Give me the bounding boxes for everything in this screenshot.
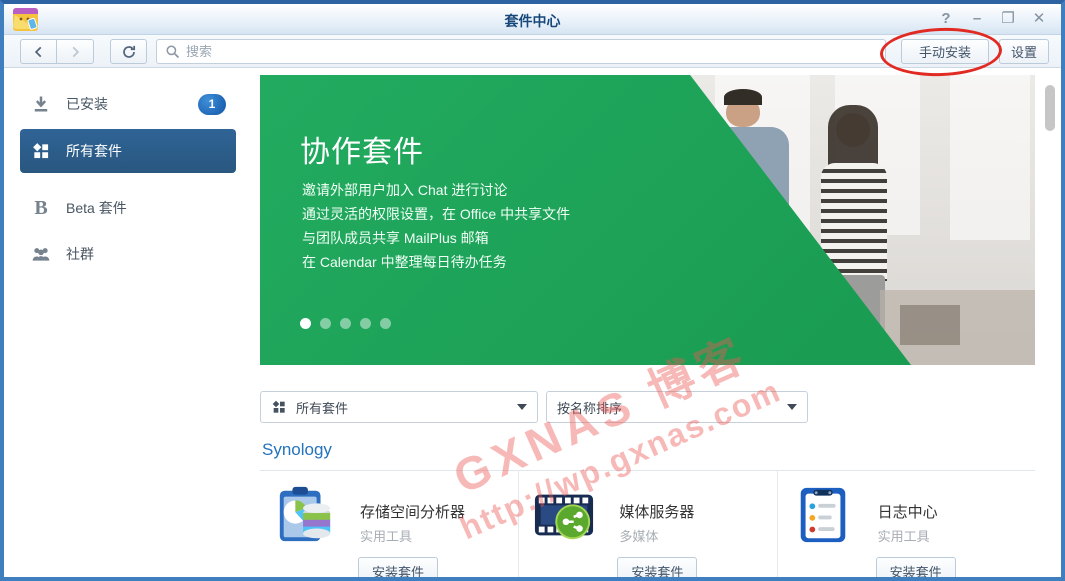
banner-line: 与团队成员共享 MailPlus 邮箱 bbox=[302, 226, 570, 250]
nav-button-group bbox=[20, 39, 94, 64]
package-card-media-server: 媒体服务器 多媒体 安装套件 bbox=[518, 471, 776, 577]
vertical-scrollbar-thumb[interactable] bbox=[1045, 85, 1055, 131]
title-bar: 套件中心 ? – ❐ ✕ bbox=[4, 4, 1061, 35]
sidebar-item-beta[interactable]: B Beta 套件 bbox=[20, 192, 236, 224]
back-button[interactable] bbox=[20, 39, 57, 64]
banner-dot-1[interactable] bbox=[300, 318, 311, 329]
section-heading-synology: Synology bbox=[262, 440, 332, 460]
grid-icon bbox=[30, 140, 52, 162]
settings-button[interactable]: 设置 bbox=[999, 39, 1049, 64]
content-area: 协作套件 邀请外部用户加入 Chat 进行讨论 通过灵活的权限设置，在 Offi… bbox=[248, 68, 1061, 577]
banner-line: 在 Calendar 中整理每日待办任务 bbox=[302, 250, 570, 274]
window-controls: ? – ❐ ✕ bbox=[938, 9, 1047, 29]
sidebar-item-label: 已安装 bbox=[66, 94, 108, 114]
download-icon bbox=[30, 93, 52, 115]
banner-line: 通过灵活的权限设置，在 Office 中共享文件 bbox=[302, 202, 570, 226]
media-server-icon bbox=[533, 483, 595, 545]
sidebar: 已安装 1 所有套件 B Beta 套件 bbox=[4, 68, 248, 577]
package-name: 日志中心 bbox=[878, 501, 938, 522]
sidebar-item-label: 社群 bbox=[66, 244, 94, 264]
help-icon[interactable]: ? bbox=[938, 9, 954, 29]
minimize-icon[interactable]: – bbox=[969, 9, 985, 29]
manual-install-button[interactable]: 手动安装 bbox=[901, 39, 989, 64]
sidebar-item-label: 所有套件 bbox=[66, 141, 122, 161]
toolbar: 手动安装 设置 bbox=[4, 35, 1061, 68]
forward-button[interactable] bbox=[57, 39, 94, 64]
refresh-button[interactable] bbox=[110, 39, 147, 64]
package-category: 多媒体 bbox=[619, 526, 658, 545]
grid-icon bbox=[271, 399, 287, 415]
sort-dropdown[interactable]: 按名称排序 bbox=[546, 391, 808, 423]
search-icon bbox=[165, 44, 180, 59]
install-button[interactable]: 安装套件 bbox=[876, 557, 956, 577]
sort-value: 按名称排序 bbox=[557, 398, 622, 417]
banner-line: 邀请外部用户加入 Chat 进行讨论 bbox=[302, 178, 570, 202]
banner-dot-2[interactable] bbox=[320, 318, 331, 329]
sidebar-item-all-packages[interactable]: 所有套件 bbox=[20, 129, 236, 173]
banner-title: 协作套件 bbox=[300, 127, 424, 171]
search-box bbox=[156, 39, 886, 64]
package-card-log-center: 日志中心 实用工具 安装套件 bbox=[777, 471, 1035, 577]
package-card-storage-analyzer: 存储空间分析器 实用工具 安装套件 bbox=[260, 471, 518, 577]
package-name: 存储空间分析器 bbox=[360, 501, 465, 522]
banner-dot-4[interactable] bbox=[360, 318, 371, 329]
window-title: 套件中心 bbox=[4, 11, 1061, 31]
chevron-down-icon bbox=[517, 404, 527, 410]
banner-description: 邀请外部用户加入 Chat 进行讨论 通过灵活的权限设置，在 Office 中共… bbox=[302, 178, 570, 274]
community-icon bbox=[30, 243, 52, 265]
banner-dot-5[interactable] bbox=[380, 318, 391, 329]
sidebar-item-label: Beta 套件 bbox=[66, 198, 127, 218]
installed-count-badge: 1 bbox=[198, 94, 226, 115]
maximize-icon[interactable]: ❐ bbox=[1000, 9, 1016, 29]
chevron-down-icon bbox=[787, 404, 797, 410]
banner-dot-3[interactable] bbox=[340, 318, 351, 329]
package-category: 实用工具 bbox=[360, 526, 412, 545]
sidebar-item-community[interactable]: 社群 bbox=[20, 238, 236, 270]
package-name: 媒体服务器 bbox=[619, 501, 694, 522]
close-icon[interactable]: ✕ bbox=[1031, 9, 1047, 29]
sidebar-item-installed[interactable]: 已安装 1 bbox=[20, 88, 236, 120]
package-center-window: 套件中心 ? – ❐ ✕ bbox=[0, 0, 1065, 581]
storage-analyzer-icon bbox=[274, 483, 336, 545]
beta-icon: B bbox=[30, 197, 52, 219]
category-filter-value: 所有套件 bbox=[296, 398, 348, 417]
package-category: 实用工具 bbox=[878, 526, 930, 545]
log-center-icon bbox=[792, 483, 854, 545]
promo-banner[interactable]: 协作套件 邀请外部用户加入 Chat 进行讨论 通过灵活的权限设置，在 Offi… bbox=[260, 75, 1035, 365]
install-button[interactable]: 安装套件 bbox=[617, 557, 697, 577]
search-input[interactable] bbox=[186, 44, 877, 59]
body-area: 已安装 1 所有套件 B Beta 套件 bbox=[4, 68, 1061, 577]
category-filter-dropdown[interactable]: 所有套件 bbox=[260, 391, 538, 423]
install-button[interactable]: 安装套件 bbox=[358, 557, 438, 577]
banner-pagination-dots bbox=[300, 318, 391, 329]
package-card-list: 存储空间分析器 实用工具 安装套件 bbox=[260, 470, 1035, 577]
